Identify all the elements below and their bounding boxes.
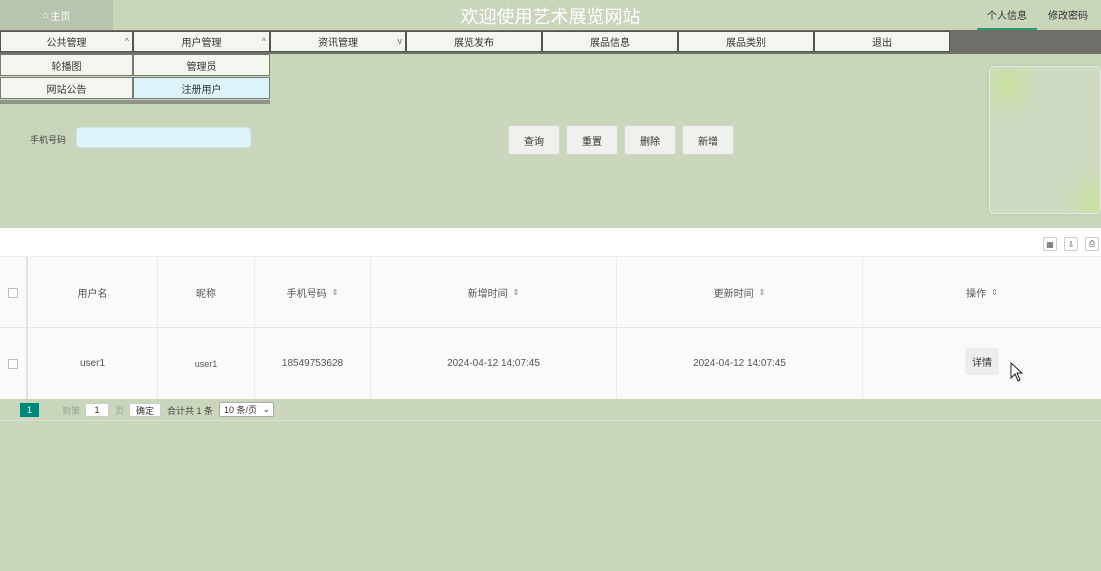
header-updated[interactable]: 更新时间 ⇕ xyxy=(617,257,863,328)
home-icon: ⌂ xyxy=(42,9,49,21)
submenu-admin[interactable]: 管理员 xyxy=(133,54,270,76)
page-size-select[interactable]: 10 条/页 ⌄ xyxy=(219,402,274,417)
cell-username: user1 xyxy=(28,328,158,399)
total-count: 合计共 1 条 xyxy=(167,406,214,416)
decorative-blob xyxy=(990,67,1042,119)
change-password-link[interactable]: 修改密码 xyxy=(1038,0,1098,29)
cell-phone: 18549753628 xyxy=(255,328,371,399)
sort-icon[interactable]: ⇕ xyxy=(332,288,339,297)
nav-item-public-management[interactable]: 公共管理 ^ xyxy=(0,31,133,52)
nav-item-label: 用户管理 xyxy=(181,38,222,49)
select-all-checkbox[interactable] xyxy=(8,287,18,298)
page-size-value: 10 条/页 xyxy=(224,405,258,415)
cell-nickname: user1 xyxy=(158,328,255,399)
header-label: 更新时间 xyxy=(713,289,754,300)
nav-item-exhibit-info[interactable]: 展品信息 xyxy=(542,31,678,52)
detail-button[interactable]: 详情 xyxy=(965,348,999,375)
user-info-link[interactable]: 个人信息 xyxy=(977,0,1037,30)
select-all-cell xyxy=(0,257,28,328)
top-header: ⌂ 主页 欢迎使用艺术展览网站 个人信息 修改密码 xyxy=(0,0,1101,30)
nav-item-news-management[interactable]: 资讯管理 v xyxy=(270,31,406,52)
goto-confirm-button[interactable]: 确定 xyxy=(129,403,161,417)
table-row: user1 user1 18549753628 2024-04-12 14:07… xyxy=(0,328,1101,399)
table-header: 用户名 昵称 手机号码 ⇕ 新增时间 ⇕ 更新时间 ⇕ 操作 ⇕ xyxy=(0,257,1101,328)
query-button[interactable]: 查询 xyxy=(508,125,560,155)
decorative-card xyxy=(989,66,1101,214)
header-label: 手机号码 xyxy=(286,289,327,300)
chevron-down-icon: v xyxy=(397,36,403,46)
header-username: 用户名 xyxy=(28,257,158,328)
submenu-registered-users[interactable]: 注册用户 xyxy=(133,77,270,99)
cell-created: 2024-04-12 14:07:45 xyxy=(371,328,617,399)
row-checkbox[interactable] xyxy=(8,358,18,369)
header-label: 昵称 xyxy=(196,289,216,300)
header-label: 操作 xyxy=(966,289,987,300)
nav-item-exhibition-publish[interactable]: 展览发布 xyxy=(406,31,542,52)
cell-actions: 详情 xyxy=(863,328,1101,399)
sort-icon[interactable]: ⇕ xyxy=(991,288,998,297)
add-button[interactable]: 新增 xyxy=(682,125,734,155)
page-current[interactable]: 1 xyxy=(20,403,39,417)
submenu-site-notice[interactable]: 网站公告 xyxy=(0,77,133,99)
nav-item-label: 展品信息 xyxy=(590,38,630,49)
header-label: 用户名 xyxy=(77,289,108,300)
goto-suffix: 页 xyxy=(115,406,125,416)
submenu-divider xyxy=(0,100,270,104)
cell-updated: 2024-04-12 14:07:45 xyxy=(617,328,863,399)
delete-button[interactable]: 删除 xyxy=(624,125,676,155)
nav-item-user-management[interactable]: 用户管理 ^ xyxy=(133,31,270,52)
header-nickname: 昵称 xyxy=(158,257,255,328)
users-table: ▦ ⇩ ⎙ 用户名 昵称 手机号码 ⇕ 新增时间 ⇕ 更新时间 ⇕ 操作 ⇕ user1 xyxy=(0,228,1101,399)
nav-item-label: 展览发布 xyxy=(454,38,494,49)
row-select-cell xyxy=(0,328,28,399)
nav-item-label: 退出 xyxy=(872,38,892,49)
sort-icon[interactable]: ⇕ xyxy=(513,288,520,297)
header-created[interactable]: 新增时间 ⇕ xyxy=(371,257,617,328)
header-actions[interactable]: 操作 ⇕ xyxy=(863,257,1101,328)
nav-item-logout[interactable]: 退出 xyxy=(814,31,950,52)
nav-item-label: 资讯管理 xyxy=(318,38,358,49)
goto-page-input[interactable]: 1 xyxy=(85,403,109,417)
chevron-up-icon: ^ xyxy=(261,36,266,46)
goto-prefix: 到第 xyxy=(62,406,81,416)
phone-search-label: 手机号码 xyxy=(30,135,67,145)
decorative-blob xyxy=(1060,167,1100,213)
nav-item-exhibit-category[interactable]: 展品类别 xyxy=(678,31,814,52)
phone-search-input[interactable] xyxy=(76,127,251,148)
print-icon[interactable]: ⎙ xyxy=(1085,237,1099,251)
column-filter-icon[interactable]: ▦ xyxy=(1043,237,1057,251)
site-title: 欢迎使用艺术展览网站 xyxy=(460,7,641,27)
header-phone[interactable]: 手机号码 ⇕ xyxy=(255,257,371,328)
submenu-carousel[interactable]: 轮播图 xyxy=(0,54,133,76)
home-button[interactable]: ⌂ 主页 xyxy=(0,0,113,30)
main-nav: 公共管理 ^ 用户管理 ^ 资讯管理 v 展览发布 展品信息 展品类别 退出 xyxy=(0,30,1101,54)
reset-button[interactable]: 重置 xyxy=(566,125,618,155)
home-label: 主页 xyxy=(50,11,71,23)
nav-item-label: 展品类别 xyxy=(726,38,766,49)
table-toolbar: ▦ ⇩ ⎙ xyxy=(0,228,1101,257)
chevron-up-icon: ^ xyxy=(124,36,129,46)
export-icon[interactable]: ⇩ xyxy=(1064,237,1078,251)
mouse-cursor-icon xyxy=(1010,362,1024,382)
pagination: 1 到第 1 页 确定 合计共 1 条 10 条/页 ⌄ xyxy=(0,399,1101,421)
sort-icon[interactable]: ⇕ xyxy=(759,288,766,297)
header-label: 新增时间 xyxy=(467,289,508,300)
chevron-down-icon: ⌄ xyxy=(262,404,270,414)
nav-item-label: 公共管理 xyxy=(46,38,87,49)
